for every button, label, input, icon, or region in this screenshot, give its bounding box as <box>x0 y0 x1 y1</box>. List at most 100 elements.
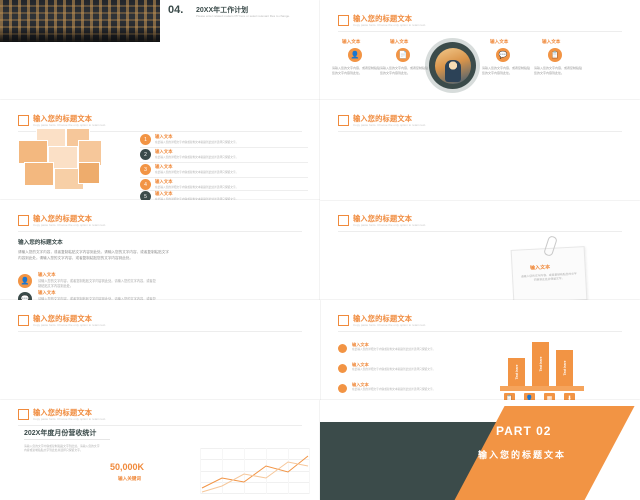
bullet-2-chat-icon[interactable]: 💬 <box>18 292 32 300</box>
list-bullet-dot <box>338 344 347 353</box>
slide2-title: 输入您的标题文本 <box>353 14 413 23</box>
divider <box>338 131 622 132</box>
photo-banner <box>0 0 160 42</box>
list-bullet-dot <box>338 384 347 393</box>
list-bullet-dot <box>338 364 347 373</box>
row-desc: 在此输入您的详细文字内容或复制文本粘贴到此处并选择只保留文字。 <box>352 348 436 351</box>
bullet-1-label: 输入文本 <box>38 272 56 277</box>
list-item[interactable]: 4 输入文本 在此输入您的详细文字内容或复制文本粘贴到此处并选择只保留文字。 <box>140 179 308 190</box>
slide9-title: 输入您的标题文本 <box>33 408 93 417</box>
node-1-text: 请输入您的文字内容，或者复制粘贴您的文字内容到此处。 <box>332 66 381 75</box>
title-square-icon <box>338 315 349 326</box>
pillar-3-label: Text here <box>562 360 567 376</box>
row-number-badge: 4 <box>140 179 151 190</box>
divider <box>18 231 302 232</box>
list-item[interactable]: 1 输入文本 在此输入您的详细文字内容或复制文本粘贴到此处并选择只保留文字。 <box>140 134 308 145</box>
slide3-title: 输入您的标题文本 <box>33 114 93 123</box>
node-4-label: 输入文本 <box>542 39 561 44</box>
diagram-center-photo <box>434 47 471 84</box>
slide-3[interactable]: 输入您的标题文本 Copy paste fonts. Choose the on… <box>0 100 320 200</box>
row-number-badge: 5 <box>140 191 151 200</box>
pillar-3: Text here <box>556 350 573 386</box>
slide9-title-block: 输入您的标题文本 Copy paste fonts. Choose the on… <box>18 408 106 422</box>
part-title: 输入您的标题文本 <box>478 450 567 460</box>
list-item[interactable]: 2 输入文本 在此输入您的详细文字内容或复制文本粘贴到此处并选择只保留文字。 <box>140 149 308 160</box>
slide9-heading: 202X年度月份营收统计 <box>24 430 97 437</box>
slide-5[interactable]: 输入您的标题文本 Copy paste fonts. Choose the on… <box>320 200 640 300</box>
row-number-badge: 3 <box>140 164 151 175</box>
grid-icon[interactable]: ▦ <box>544 393 555 400</box>
slide9-paragraph: 请输入您的文字内容或复制粘贴文字到此处。请输入您的文字内容或复制粘贴文字到此处并… <box>24 444 100 453</box>
row-number-badge: 2 <box>140 149 151 160</box>
node-3-text: 请输入您的文字内容，或者复制粘贴您的文字内容到此处。 <box>482 66 531 75</box>
title-square-icon <box>338 115 349 126</box>
slide2-title-block: 输入您的标题文本 Copy paste fonts. Choose the on… <box>338 14 426 28</box>
slide-6[interactable]: 输入您的标题文本 Copy paste fonts. Choose the on… <box>320 300 640 400</box>
row-desc: 在此输入您的详细文字内容或复制文本粘贴到此处并选择只保留文字。 <box>155 171 239 174</box>
slide-7[interactable]: 输入您的标题文本 Copy paste fonts. Choose the on… <box>0 300 320 400</box>
stat-value: 50,000K <box>110 462 145 472</box>
row-desc: 在此输入您的详细文字内容或复制文本粘贴到此处并选择只保留文字。 <box>155 156 239 159</box>
download-icon[interactable]: ⬇ <box>564 393 575 400</box>
chart-line <box>201 455 309 493</box>
row-divider <box>140 177 308 178</box>
row-number-badge: 1 <box>140 134 151 145</box>
list-item[interactable]: 5 输入文本 在此输入您的详细文字内容或复制文本粘贴到此处并选择只保留文字。 <box>140 191 308 200</box>
slide-10[interactable]: PART 02 输入您的标题文本 <box>320 400 640 500</box>
user-icon[interactable]: 👤 <box>524 393 535 400</box>
slide4-subtitle: Copy paste fonts. Choose the only option… <box>33 223 107 227</box>
slide1-subtitle: Please enter related matters PP here or … <box>196 14 290 18</box>
note-card-title: 输入文本 <box>529 264 551 272</box>
slide-4[interactable]: 输入您的标题文本 Copy paste fonts. Choose the on… <box>0 200 320 300</box>
slide1-number: 04. <box>168 4 184 16</box>
divider <box>18 425 302 426</box>
cube-graphic <box>18 128 104 194</box>
slide4-title-block: 输入您的标题文本 Copy paste fonts. Choose the on… <box>18 214 106 228</box>
title-square-icon <box>338 215 349 226</box>
node-4-clipboard-icon[interactable]: 📋 <box>548 48 562 62</box>
node-1-user-icon[interactable]: 👤 <box>348 48 362 62</box>
slide-3-right-placeholder[interactable]: 输入您的标题文本 Copy paste fonts. Choose the on… <box>320 100 640 200</box>
slide7-title: 输入您的标题文本 <box>33 314 93 323</box>
list-item[interactable]: 输入文本 在此输入您的详细文字内容或复制文本粘贴到此处并选择只保留文字。 <box>352 382 462 392</box>
node-2-document-icon[interactable]: 📄 <box>396 48 410 62</box>
slide3-title-block: 输入您的标题文本 Copy paste fonts. Choose the on… <box>18 114 106 128</box>
divider <box>18 331 302 332</box>
row-desc: 在此输入您的详细文字内容或复制文本粘贴到此处并选择只保留文字。 <box>155 141 239 144</box>
title-square-icon <box>18 115 29 126</box>
list-item[interactable]: 输入文本 在此输入您的详细文字内容或复制文本粘贴到此处并选择只保留文字。 <box>352 342 462 352</box>
title-square-icon <box>18 315 29 326</box>
node-3-label: 输入文本 <box>490 39 509 44</box>
slide5-title: 输入您的标题文本 <box>353 214 413 223</box>
node-3-chat-icon[interactable]: 💬 <box>496 48 510 62</box>
list-item[interactable]: 3 输入文本 在此输入您的详细文字内容或复制文本粘贴到此处并选择只保留文字。 <box>140 164 308 175</box>
row-desc: 在此输入您的详细文字内容或复制文本粘贴到此处并选择只保留文字。 <box>155 186 239 189</box>
divider <box>338 31 622 32</box>
row-desc: 在此输入您的详细文字内容或复制文本粘贴到此处并选择只保留文字。 <box>352 368 436 371</box>
bullet-2-label: 输入文本 <box>38 290 56 295</box>
bullet-1-user-icon[interactable]: 👤 <box>18 274 32 288</box>
slide2-subtitle: Copy paste fonts. Choose the only option… <box>353 23 427 27</box>
slide7-title-block: 输入您的标题文本 Copy paste fonts. Choose the on… <box>18 314 106 328</box>
slide-1[interactable]: 04. 20XX年工作计划 Please enter related matte… <box>0 0 320 100</box>
row-divider <box>140 147 308 148</box>
list-item[interactable]: 输入文本 在此输入您的详细文字内容或复制文本粘贴到此处并选择只保留文字。 <box>352 362 462 372</box>
pillar-2: Text here <box>532 342 549 386</box>
diagram-ring-inner <box>429 42 476 89</box>
slide-2[interactable]: 输入您的标题文本 Copy paste fonts. Choose the on… <box>320 0 640 100</box>
slide5-title-block: 输入您的标题文本 Copy paste fonts. Choose the on… <box>338 214 426 228</box>
node-1-label: 输入文本 <box>342 39 361 44</box>
slide6-title: 输入您的标题文本 <box>353 314 413 323</box>
slide-9[interactable]: 输入您的标题文本 Copy paste fonts. Choose the on… <box>0 400 320 500</box>
slide7-subtitle: Copy paste fonts. Choose the only option… <box>33 323 107 327</box>
title-square-icon <box>18 215 29 226</box>
stat-label: 输入关键词 <box>118 476 141 481</box>
clipboard-icon[interactable]: 📋 <box>504 393 515 400</box>
part-label: PART 02 <box>496 424 552 438</box>
row-desc: 在此输入您的详细文字内容或复制文本粘贴到此处并选择只保留文字。 <box>352 388 436 391</box>
pillar-1-label: Text here <box>514 364 519 380</box>
slide5-subtitle: Copy paste fonts. Choose the only option… <box>353 223 427 227</box>
slide3r-title: 输入您的标题文本 <box>353 114 413 123</box>
slide6-title-block: 输入您的标题文本 Copy paste fonts. Choose the on… <box>338 314 426 328</box>
divider <box>338 231 622 232</box>
